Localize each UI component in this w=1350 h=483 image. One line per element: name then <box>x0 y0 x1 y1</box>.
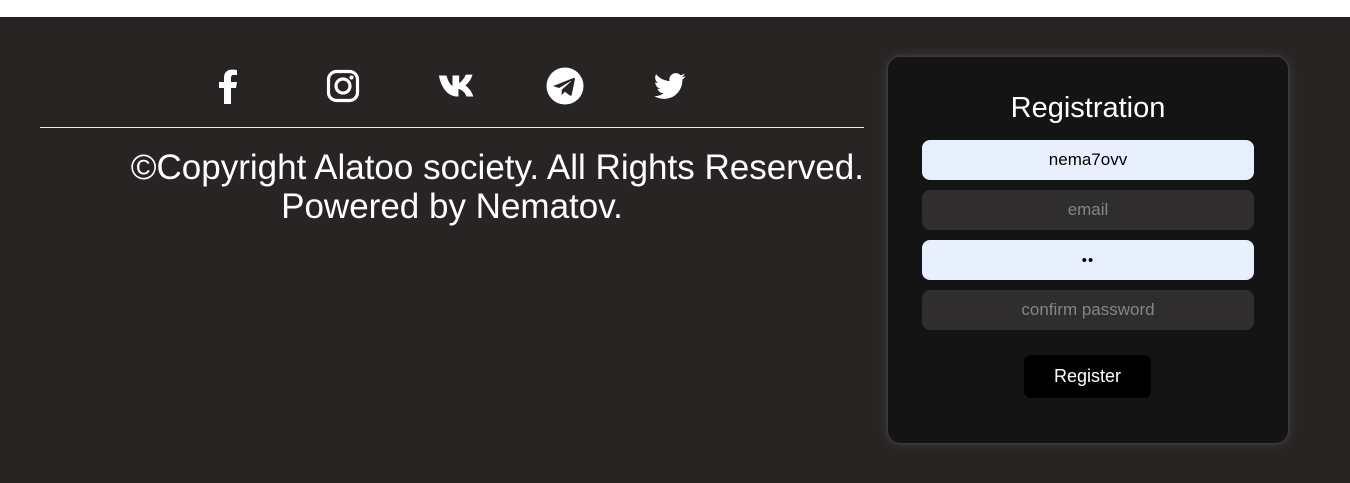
copyright-text: ©Copyright Alatoo society. All Rights Re… <box>40 148 864 226</box>
vk-icon[interactable] <box>438 66 478 106</box>
footer-divider <box>40 127 864 128</box>
registration-title: Registration <box>1010 92 1166 124</box>
email-field[interactable] <box>922 190 1254 230</box>
telegram-icon[interactable] <box>545 66 585 106</box>
copyright-line: ©Copyright Alatoo society. All Rights Re… <box>130 148 864 187</box>
powered-by-line: Powered by Nematov. <box>281 187 623 226</box>
registration-form: Registration Register <box>888 57 1288 443</box>
confirm-password-field[interactable] <box>922 290 1254 330</box>
username-field[interactable] <box>922 140 1254 180</box>
header-strip <box>0 0 1350 17</box>
facebook-icon[interactable] <box>208 66 248 106</box>
password-field[interactable] <box>922 240 1254 280</box>
twitter-icon[interactable] <box>650 66 690 106</box>
instagram-icon[interactable] <box>323 66 363 106</box>
register-button[interactable]: Register <box>1024 355 1151 398</box>
site-footer: ©Copyright Alatoo society. All Rights Re… <box>0 17 1350 483</box>
